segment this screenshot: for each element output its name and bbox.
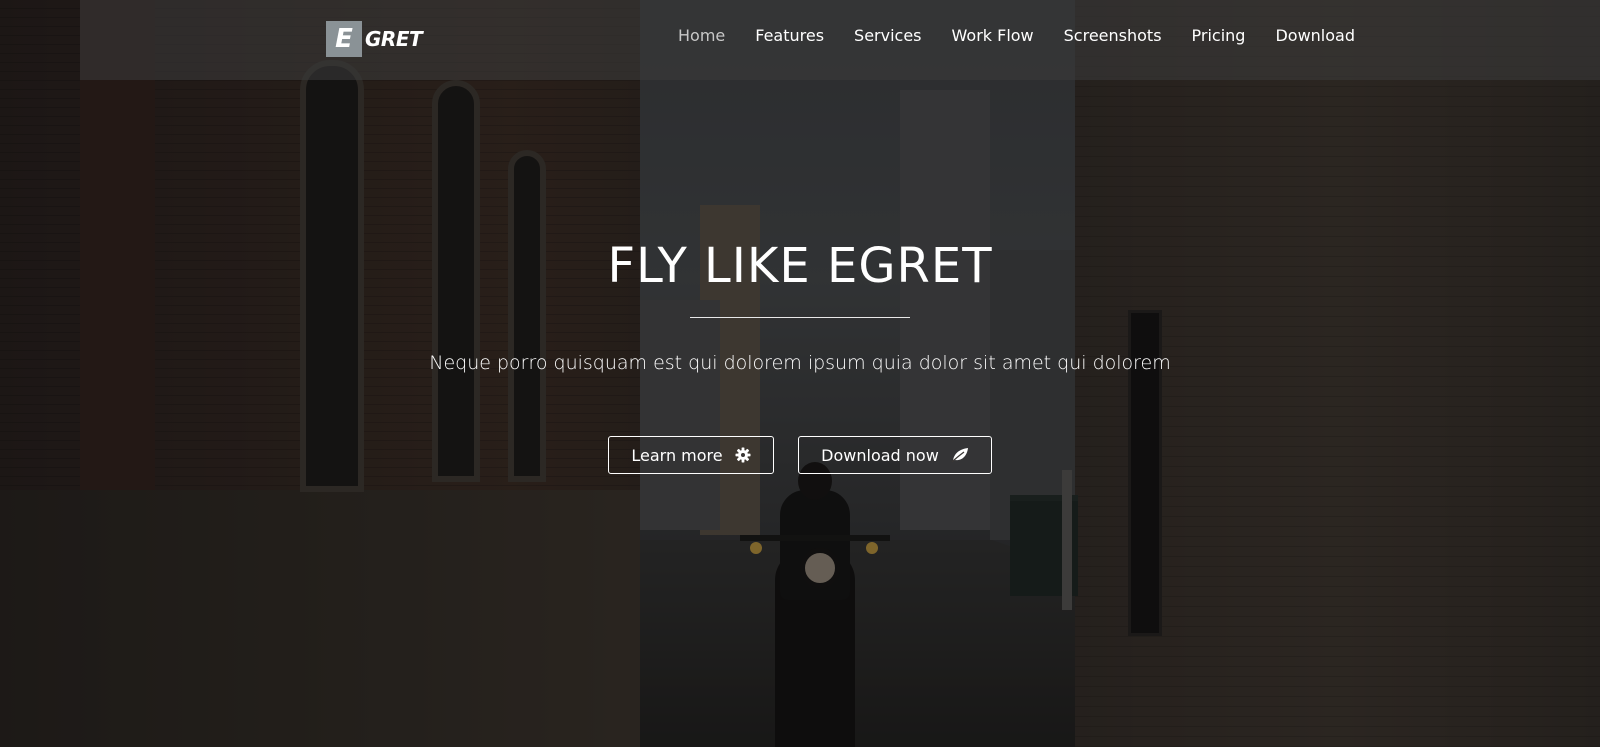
nav-item-screenshots[interactable]: Screenshots — [1064, 26, 1162, 45]
download-now-label: Download now — [821, 445, 939, 465]
logo-text: GRET — [365, 27, 423, 51]
nav-item-download[interactable]: Download — [1275, 26, 1355, 45]
download-now-button[interactable]: Download now — [798, 436, 992, 474]
brand-logo[interactable]: E GRET — [326, 21, 423, 57]
leaf-icon — [951, 447, 969, 463]
hero-section: E GRET Home Features Services Work Flow … — [0, 0, 1600, 747]
learn-more-button[interactable]: Learn more — [608, 436, 774, 474]
main-nav: Home Features Services Work Flow Screens… — [648, 26, 1355, 45]
hero-subtitle: Neque porro quisquam est qui dolorem ips… — [429, 352, 1171, 374]
gear-icon — [735, 447, 751, 463]
learn-more-label: Learn more — [631, 445, 723, 465]
top-navbar: E GRET Home Features Services Work Flow … — [80, 0, 1600, 80]
hero-divider — [690, 317, 910, 318]
nav-item-work-flow[interactable]: Work Flow — [952, 26, 1034, 45]
nav-item-features[interactable]: Features — [755, 26, 824, 45]
nav-item-pricing[interactable]: Pricing — [1192, 26, 1246, 45]
hero-title: FLY LIKE EGRET — [607, 238, 993, 294]
nav-item-services[interactable]: Services — [854, 26, 921, 45]
nav-item-home[interactable]: Home — [678, 26, 725, 45]
logo-letter-box: E — [326, 21, 362, 57]
